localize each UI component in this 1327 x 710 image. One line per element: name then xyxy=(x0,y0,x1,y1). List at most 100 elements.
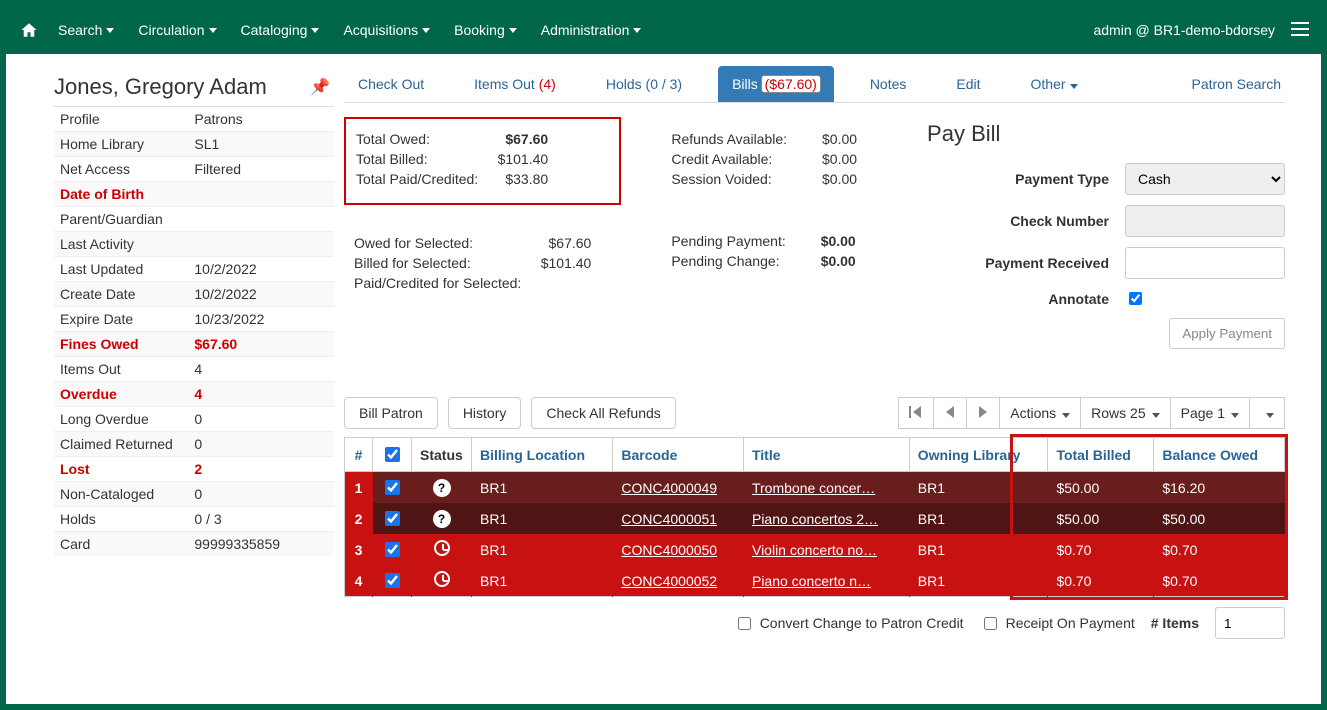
profile-value: 10/2/2022 xyxy=(188,257,334,282)
apply-payment-button[interactable]: Apply Payment xyxy=(1169,318,1285,349)
question-icon: ? xyxy=(433,510,451,528)
profile-label: Parent/Guardian xyxy=(54,207,188,232)
profile-label: Last Activity xyxy=(54,232,188,257)
profile-value: 0 / 3 xyxy=(188,507,334,532)
hamburger-icon[interactable] xyxy=(1291,22,1309,39)
profile-label: Card xyxy=(54,532,188,557)
profile-value: SL1 xyxy=(188,132,334,157)
table-row[interactable]: 3BR1CONC4000050Violin concerto no…BR1$0.… xyxy=(345,534,1285,565)
user-label[interactable]: admin @ BR1-demo-bdorsey xyxy=(1093,22,1275,38)
row-checkbox[interactable] xyxy=(385,480,400,495)
check-number-input xyxy=(1125,205,1285,237)
col-header[interactable]: Balance Owed xyxy=(1154,438,1285,472)
page-first-button[interactable] xyxy=(898,397,934,429)
check-number-label: Check Number xyxy=(1010,213,1109,229)
tab-holds[interactable]: Holds (0 / 3) xyxy=(592,66,696,102)
payment-received-label: Payment Received xyxy=(985,255,1109,271)
clock-icon xyxy=(434,571,450,587)
title-link[interactable]: Trombone concer… xyxy=(743,472,909,504)
check-refunds-button[interactable]: Check All Refunds xyxy=(531,397,675,429)
nav-cataloging[interactable]: Cataloging xyxy=(241,22,320,38)
tab-bills[interactable]: Bills ($67.60) xyxy=(718,66,834,102)
col-header[interactable]: Barcode xyxy=(613,438,744,472)
row-checkbox[interactable] xyxy=(385,573,400,588)
profile-label: Expire Date xyxy=(54,307,188,332)
profile-value xyxy=(188,232,334,257)
barcode-link[interactable]: CONC4000051 xyxy=(613,503,744,534)
col-header[interactable]: # xyxy=(345,438,373,472)
convert-change-checkbox[interactable]: Convert Change to Patron Credit xyxy=(734,614,964,633)
pager: Actions Rows 25 Page 1 xyxy=(898,397,1285,429)
top-nav: Search Circulation Cataloging Acquisitio… xyxy=(6,6,1321,54)
row-checkbox[interactable] xyxy=(385,511,400,526)
title-link[interactable]: Piano concerto n… xyxy=(743,565,909,597)
patron-tabs: Check Out Items Out (4) Holds (0 / 3) Bi… xyxy=(344,66,1285,103)
actions-dropdown[interactable]: Actions xyxy=(1000,397,1081,429)
profile-value: $67.60 xyxy=(188,332,334,357)
profile-value: 2 xyxy=(188,457,334,482)
row-checkbox[interactable] xyxy=(385,542,400,557)
col-header[interactable]: Title xyxy=(743,438,909,472)
table-row[interactable]: 2?BR1CONC4000051Piano concertos 2…BR1$50… xyxy=(345,503,1285,534)
rows-dropdown[interactable]: Rows 25 xyxy=(1081,397,1170,429)
profile-label: Date of Birth xyxy=(54,182,188,207)
tab-checkout[interactable]: Check Out xyxy=(344,66,438,102)
col-header[interactable]: Status xyxy=(412,438,472,472)
table-row[interactable]: 4BR1CONC4000052Piano concerto n…BR1$0.70… xyxy=(345,565,1285,597)
profile-label: Lost xyxy=(54,457,188,482)
pin-icon[interactable]: 📌 xyxy=(310,77,330,97)
items-count-input[interactable] xyxy=(1215,607,1285,639)
patron-name: Jones, Gregory Adam xyxy=(54,74,267,100)
barcode-link[interactable]: CONC4000050 xyxy=(613,534,744,565)
payment-type-label: Payment Type xyxy=(1015,171,1109,187)
profile-label: Long Overdue xyxy=(54,407,188,432)
home-icon[interactable] xyxy=(18,19,40,41)
col-header[interactable]: Owning Library xyxy=(909,438,1048,472)
payment-type-select[interactable]: Cash xyxy=(1125,163,1285,195)
title-link[interactable]: Piano concertos 2… xyxy=(743,503,909,534)
nav-circulation[interactable]: Circulation xyxy=(138,22,216,38)
nav-acquisitions[interactable]: Acquisitions xyxy=(343,22,430,38)
col-header[interactable] xyxy=(373,438,412,472)
tab-other[interactable]: Other xyxy=(1017,66,1092,102)
page-prev-button[interactable] xyxy=(934,397,967,429)
profile-label: Items Out xyxy=(54,357,188,382)
barcode-link[interactable]: CONC4000052 xyxy=(613,565,744,597)
question-icon: ? xyxy=(433,479,451,497)
totals-owed-box: Total Owed:$67.60Total Billed:$101.40Tot… xyxy=(344,117,621,205)
nav-administration[interactable]: Administration xyxy=(541,22,642,38)
patron-search-link[interactable]: Patron Search xyxy=(1192,66,1282,102)
profile-value: Filtered xyxy=(188,157,334,182)
nav-search[interactable]: Search xyxy=(58,22,114,38)
page-next-button[interactable] xyxy=(967,397,1000,429)
receipt-checkbox[interactable]: Receipt On Payment xyxy=(980,614,1135,633)
profile-value: 99999335859 xyxy=(188,532,334,557)
extra-dropdown[interactable] xyxy=(1250,397,1285,429)
title-link[interactable]: Violin concerto no… xyxy=(743,534,909,565)
profile-label: Create Date xyxy=(54,282,188,307)
barcode-link[interactable]: CONC4000049 xyxy=(613,472,744,504)
select-all-checkbox[interactable] xyxy=(385,447,400,462)
payment-received-input[interactable] xyxy=(1125,247,1285,279)
items-count-label: # Items xyxy=(1151,615,1199,631)
col-header[interactable]: Total Billed xyxy=(1048,438,1154,472)
profile-value: 0 xyxy=(188,482,334,507)
history-button[interactable]: History xyxy=(448,397,522,429)
profile-label: Net Access xyxy=(54,157,188,182)
bills-grid: # StatusBilling LocationBarcodeTitleOwnin… xyxy=(344,437,1285,597)
page-dropdown[interactable]: Page 1 xyxy=(1171,397,1250,429)
profile-label: Overdue xyxy=(54,382,188,407)
profile-value xyxy=(188,182,334,207)
col-header[interactable]: Billing Location xyxy=(472,438,613,472)
profile-label: Profile xyxy=(54,107,188,132)
totals-credit-box: Refunds Available:$0.00Credit Available:… xyxy=(661,117,887,203)
annotate-checkbox[interactable] xyxy=(1129,292,1142,305)
pay-bill-panel: Pay Bill Payment Type Cash Check Number xyxy=(927,117,1285,349)
table-row[interactable]: 1?BR1CONC4000049Trombone concer…BR1$50.0… xyxy=(345,472,1285,504)
tab-notes[interactable]: Notes xyxy=(856,66,921,102)
profile-label: Fines Owed xyxy=(54,332,188,357)
tab-edit[interactable]: Edit xyxy=(942,66,994,102)
tab-items-out[interactable]: Items Out (4) xyxy=(460,66,570,102)
nav-booking[interactable]: Booking xyxy=(454,22,517,38)
bill-patron-button[interactable]: Bill Patron xyxy=(344,397,438,429)
